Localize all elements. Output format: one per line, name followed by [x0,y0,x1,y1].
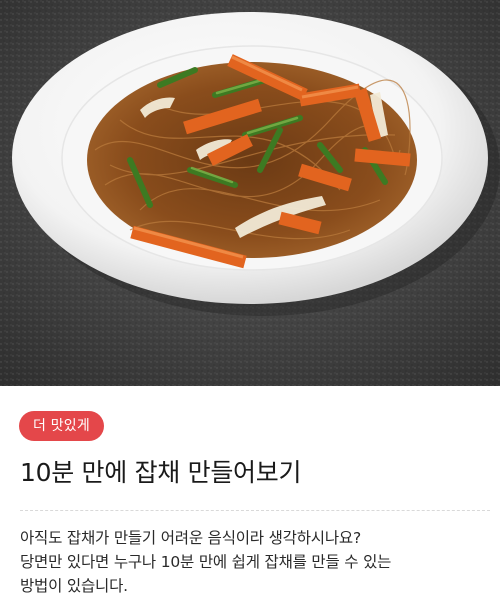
divider [20,510,490,511]
japchae-photo [0,0,500,386]
article-title[interactable]: 10분 만에 잡채 만들어보기 [20,455,490,491]
article-description: 아직도 잡채가 만들기 어려운 음식이라 생각하시나요? 당면만 있다면 누구나… [20,526,490,598]
description-line: 당면만 있다면 누구나 10분 만에 쉽게 잡채를 만들 수 있는 [20,553,392,571]
description-line: 아직도 잡채가 만들기 어려운 음식이라 생각하시나요? [20,529,361,547]
article-info: 더 맛있게 10분 만에 잡채 만들어보기 아직도 잡채가 만들기 어려운 음식… [0,386,500,607]
recipe-card[interactable]: 더 맛있게 10분 만에 잡채 만들어보기 아직도 잡채가 만들기 어려운 음식… [0,0,500,607]
category-badge[interactable]: 더 맛있게 [19,411,104,441]
description-line: 방법이 있습니다. [20,577,128,595]
hero-image[interactable] [0,0,500,386]
